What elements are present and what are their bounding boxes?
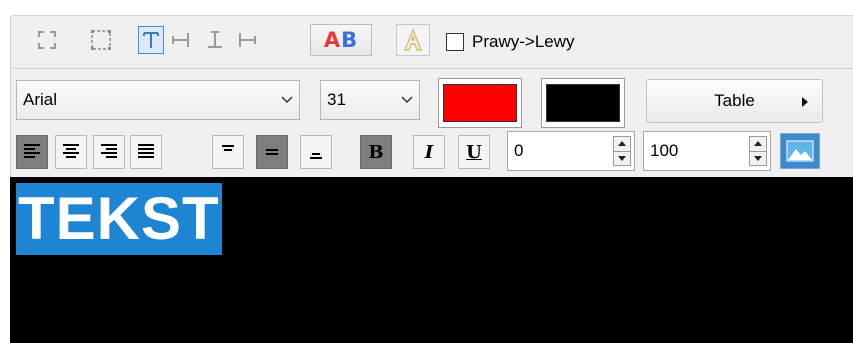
text-color-effect-button[interactable]: AB <box>310 24 372 56</box>
scale-value: 100 <box>650 141 679 160</box>
text-color-fill <box>443 84 517 122</box>
align-center-icon <box>63 144 79 158</box>
spacing-value: 0 <box>514 141 524 160</box>
spacing-spinbox[interactable]: 0 <box>507 131 635 171</box>
text-top-icon[interactable] <box>138 26 164 54</box>
outline-text-button[interactable] <box>396 24 430 56</box>
valign-middle-icon <box>266 149 278 155</box>
align-right-button[interactable] <box>93 135 125 169</box>
align-right-icon <box>101 144 117 158</box>
top-strip <box>0 0 853 16</box>
justify-icon <box>138 144 154 158</box>
italic-label: I <box>424 141 434 163</box>
selected-text[interactable]: TEKST <box>16 183 222 255</box>
toolbar-separator <box>12 68 853 69</box>
ab-label-a: A <box>323 28 342 52</box>
table-button-label: Table <box>714 91 755 110</box>
rtl-checkbox[interactable] <box>446 33 464 51</box>
chevron-down-icon <box>395 96 419 104</box>
scale-stepper[interactable] <box>749 136 767 166</box>
chevron-down-icon <box>275 96 299 104</box>
align-left-button[interactable] <box>16 135 48 169</box>
text-toolbar-row: AB Prawy->Lewy <box>10 24 650 64</box>
underline-label: U <box>466 141 482 163</box>
font-size-value: 31 <box>327 90 346 109</box>
background-color-swatch[interactable] <box>541 78 625 128</box>
align-center-button[interactable] <box>55 135 87 169</box>
preview-canvas[interactable]: TEKST <box>10 177 853 343</box>
spacing-stepper[interactable] <box>613 136 631 166</box>
font-family-select[interactable]: Arial <box>16 80 300 120</box>
ab-label-b: B <box>341 28 359 52</box>
justify-button[interactable] <box>130 135 162 169</box>
font-size-select[interactable]: 31 <box>320 80 420 120</box>
fit-icon[interactable] <box>34 26 60 54</box>
outline-a-icon <box>403 28 423 51</box>
valign-bottom-icon <box>310 153 322 159</box>
text-right-icon[interactable] <box>168 26 194 54</box>
italic-button[interactable]: I <box>413 135 445 169</box>
text-bottom-icon[interactable] <box>202 26 228 54</box>
valign-middle-button[interactable] <box>256 135 288 169</box>
image-button[interactable] <box>780 133 820 169</box>
text-left-icon[interactable] <box>234 26 260 54</box>
valign-top-button[interactable] <box>212 135 244 169</box>
submenu-arrow-icon <box>802 97 808 107</box>
align-left-icon <box>24 144 40 158</box>
table-button[interactable]: Table <box>646 79 823 123</box>
bold-button[interactable]: B <box>360 135 392 169</box>
image-icon <box>786 140 814 162</box>
rtl-label: Prawy->Lewy <box>472 32 575 51</box>
scale-spinbox[interactable]: 100 <box>643 131 771 171</box>
background-color-fill <box>546 84 620 122</box>
bold-label: B <box>368 141 384 163</box>
valign-top-icon <box>222 145 234 151</box>
select-area-icon[interactable] <box>88 26 114 54</box>
text-color-swatch[interactable] <box>438 78 522 128</box>
underline-button[interactable]: U <box>458 135 490 169</box>
valign-bottom-button[interactable] <box>300 135 332 169</box>
font-family-value: Arial <box>23 90 58 109</box>
